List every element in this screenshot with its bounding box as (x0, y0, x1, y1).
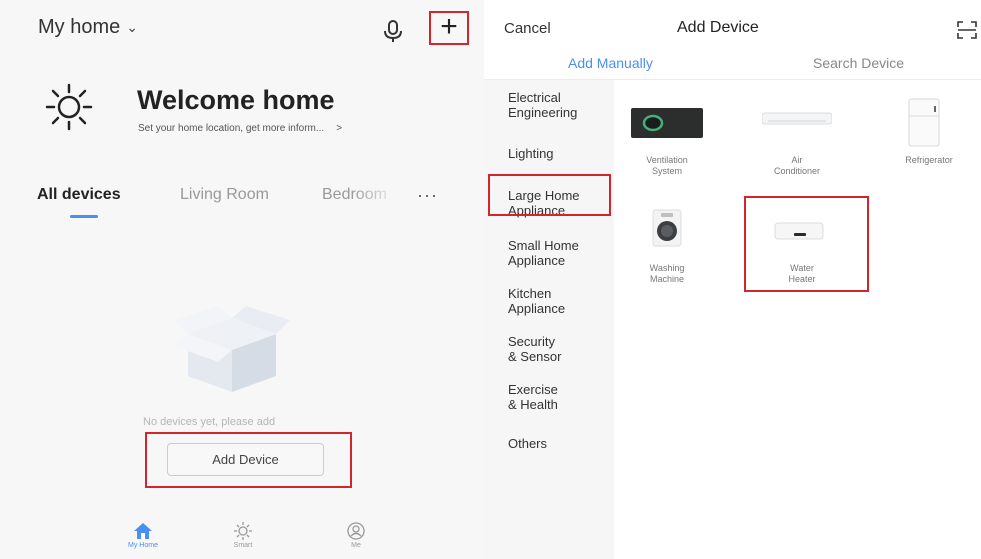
profile-icon (347, 522, 365, 540)
nav-label: My Home (128, 542, 158, 549)
sun-icon (45, 83, 93, 131)
add-device-plus-button[interactable]: + (429, 11, 469, 45)
chevron-down-icon: ⌄ (126, 19, 138, 35)
ventilation-icon (631, 108, 703, 138)
chevron-right-icon: > (336, 123, 343, 134)
more-icon[interactable]: ··· (417, 185, 438, 206)
home-screen: My home ⌄ + Welcome home Set your home l… (0, 0, 484, 559)
nav-my-home[interactable]: My Home (103, 522, 183, 549)
set-location-link[interactable]: Set your home location, get more inform.… (138, 123, 342, 134)
tab-add-manually[interactable]: Add Manually (568, 55, 653, 71)
add-device-button[interactable]: Add Device (167, 443, 324, 476)
category-electrical-engineering[interactable]: Electrical Engineering (508, 90, 577, 120)
device-washing-machine[interactable]: Washing Machine (627, 263, 707, 285)
nav-me[interactable]: Me (316, 522, 396, 549)
category-lighting[interactable]: Lighting (508, 146, 554, 161)
tabs-fade (352, 184, 412, 212)
empty-state-text: No devices yet, please add (143, 416, 276, 428)
microphone-icon[interactable] (382, 19, 404, 43)
empty-box-illustration (174, 306, 290, 392)
nav-label: Me (351, 542, 361, 549)
cancel-button[interactable]: Cancel (504, 20, 551, 37)
device-refrigerator[interactable]: Refrigerator (884, 155, 974, 166)
highlight-frame (488, 174, 611, 216)
bottom-navigation: My Home Smart Me (0, 522, 484, 559)
category-kitchen-appliance[interactable]: Kitchen Appliance (508, 286, 565, 316)
category-security-sensor[interactable]: Security & Sensor (508, 334, 561, 364)
air-conditioner-icon (762, 112, 832, 125)
add-device-screen: Cancel Add Device Add Manually Search De… (484, 0, 981, 559)
tab-all-devices[interactable]: All devices (37, 186, 121, 204)
welcome-title: Welcome home (137, 85, 335, 115)
tab-search-device[interactable]: Search Device (813, 55, 904, 71)
device-air-conditioner[interactable]: Air Conditioner (757, 155, 837, 177)
category-sidebar: Electrical Engineering Lighting Large Ho… (484, 80, 614, 559)
welcome-subtitle: Set your home location, get more inform.… (138, 123, 325, 134)
nav-label: Smart (233, 542, 253, 549)
nav-smart[interactable]: Smart (203, 522, 283, 549)
smart-sun-icon (234, 522, 252, 540)
category-others[interactable]: Others (508, 436, 547, 451)
category-small-home-appliance[interactable]: Small Home Appliance (508, 238, 579, 268)
tab-living-room[interactable]: Living Room (180, 186, 269, 204)
page-title: Add Device (677, 19, 759, 36)
category-exercise-health[interactable]: Exercise & Health (508, 382, 558, 412)
scan-icon[interactable] (957, 21, 977, 39)
home-selector[interactable]: My home ⌄ (38, 16, 138, 39)
device-ventilation-system[interactable]: Ventilation System (627, 155, 707, 177)
home-icon (134, 523, 152, 539)
home-title: My home (38, 16, 121, 38)
active-tab-indicator (70, 215, 98, 218)
highlight-frame (744, 196, 869, 292)
refrigerator-icon (908, 98, 940, 147)
washing-machine-icon (652, 209, 682, 247)
